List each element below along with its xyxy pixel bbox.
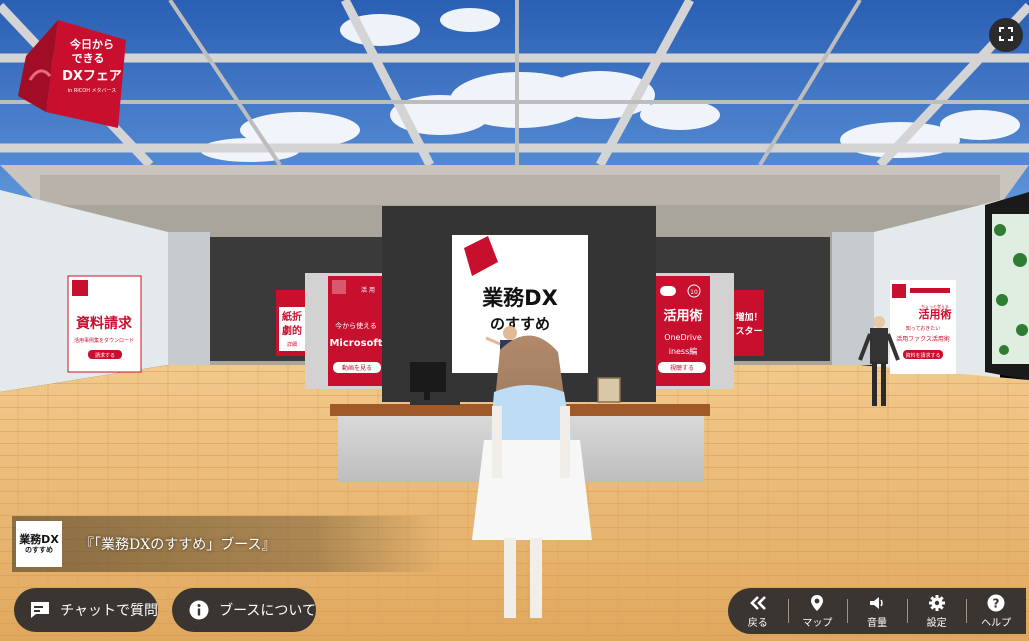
main-screen-subtitle: のすすめ bbox=[490, 315, 550, 333]
about-booth-label: ブースについて bbox=[219, 603, 316, 619]
left-poster-title: 資料請求 bbox=[76, 315, 133, 332]
svg-text:できる: できる bbox=[72, 52, 105, 65]
game-viewport[interactable]: 資料請求 活用事例集をダウンロード 請求する 紙折 劇的 詳細 活 用 今から使… bbox=[0, 0, 1029, 641]
fullscreen-button[interactable] bbox=[989, 18, 1023, 52]
svg-text:活用術: 活用術 bbox=[663, 308, 702, 324]
booth-label: 業務DX のすすめ 『「業務DXのすすめ」ブース』 bbox=[12, 516, 442, 572]
left-poster-button: 請求する bbox=[95, 352, 115, 359]
svg-text:活 用: 活 用 bbox=[361, 286, 375, 294]
svg-text:視聴する: 視聴する bbox=[670, 364, 694, 372]
svg-text:DXフェア: DXフェア bbox=[62, 69, 122, 84]
info-icon bbox=[188, 599, 209, 621]
svg-text:in RICOH メタバース: in RICOH メタバース bbox=[68, 87, 117, 94]
volume-button[interactable]: 音量 bbox=[847, 588, 907, 634]
bottom-toolbar: 戻る マップ 音量 設定 ? ヘルプ bbox=[728, 588, 1026, 634]
center-left-poster[interactable]: 活 用 今から使える Microsoft 動画を見る bbox=[305, 273, 385, 389]
svg-text:動画を見る: 動画を見る bbox=[342, 364, 372, 372]
right-poster[interactable]: ちょっと覚える 活用術 知っておきたい 活用ファクス活用術 資料を請求する bbox=[890, 280, 956, 374]
svg-text:?: ? bbox=[993, 597, 1000, 611]
svg-text:10: 10 bbox=[690, 289, 698, 296]
fullscreen-icon bbox=[999, 26, 1013, 45]
left-mid-poster[interactable]: 紙折 劇的 詳細 bbox=[276, 290, 308, 356]
svg-text:OneDrive: OneDrive bbox=[664, 333, 702, 342]
back-button[interactable]: 戻る bbox=[728, 588, 788, 634]
gear-icon bbox=[928, 593, 945, 613]
chat-question-button[interactable]: チャットで質問 bbox=[14, 588, 158, 632]
photo-frame bbox=[597, 377, 621, 403]
help-button[interactable]: ? ヘルプ bbox=[966, 588, 1026, 634]
center-right-poster[interactable]: 10 活用術 OneDrive iness編 視聴する bbox=[654, 273, 734, 389]
left-poster-subtitle: 活用事例集をダウンロード bbox=[74, 337, 134, 344]
back-icon bbox=[749, 593, 767, 613]
volume-icon bbox=[869, 593, 885, 613]
svg-text:資料を請求する: 資料を請求する bbox=[905, 352, 940, 359]
map-pin-icon bbox=[810, 593, 824, 613]
booth-logo-line1: 業務DX bbox=[19, 532, 59, 546]
help-label: ヘルプ bbox=[981, 618, 1012, 629]
settings-button[interactable]: 設定 bbox=[906, 588, 967, 634]
map-button[interactable]: マップ bbox=[787, 588, 848, 634]
svg-text:今日から: 今日から bbox=[69, 37, 114, 51]
svg-text:紙折: 紙折 bbox=[282, 310, 302, 323]
map-label: マップ bbox=[802, 618, 833, 629]
svg-text:詳細: 詳細 bbox=[287, 341, 297, 348]
svg-text:iness編: iness編 bbox=[669, 346, 698, 356]
volume-label: 音量 bbox=[866, 618, 887, 629]
svg-text:劇的: 劇的 bbox=[282, 324, 302, 337]
main-screen-title: 業務DX bbox=[482, 286, 558, 310]
svg-text:Microsoft: Microsoft bbox=[329, 338, 382, 349]
booth-logo: 業務DX のすすめ bbox=[16, 521, 62, 567]
svg-text:活用術: 活用術 bbox=[919, 307, 952, 321]
settings-label: 設定 bbox=[926, 618, 947, 629]
booth-name: 『「業務DXのすすめ」ブース』 bbox=[80, 537, 276, 553]
chat-question-label: チャットで質問 bbox=[60, 603, 158, 619]
booth-logo-line2: のすすめ bbox=[25, 546, 53, 555]
svg-text:スター: スター bbox=[735, 325, 762, 337]
right-mid-poster[interactable]: 増加！ スター bbox=[734, 290, 764, 356]
left-poster[interactable]: 資料請求 活用事例集をダウンロード 請求する bbox=[67, 275, 142, 373]
svg-text:知っておきたい: 知っておきたい bbox=[906, 325, 941, 332]
about-booth-button[interactable]: ブースについて bbox=[172, 588, 316, 632]
help-icon: ? bbox=[987, 593, 1005, 613]
svg-text:今から使える: 今から使える bbox=[335, 321, 377, 330]
svg-text:増加！: 増加！ bbox=[735, 311, 762, 323]
chat-icon bbox=[30, 599, 50, 621]
svg-text:活用ファクス活用術: 活用ファクス活用術 bbox=[896, 335, 950, 343]
back-label: 戻る bbox=[747, 618, 768, 629]
right-screen bbox=[992, 214, 1029, 364]
